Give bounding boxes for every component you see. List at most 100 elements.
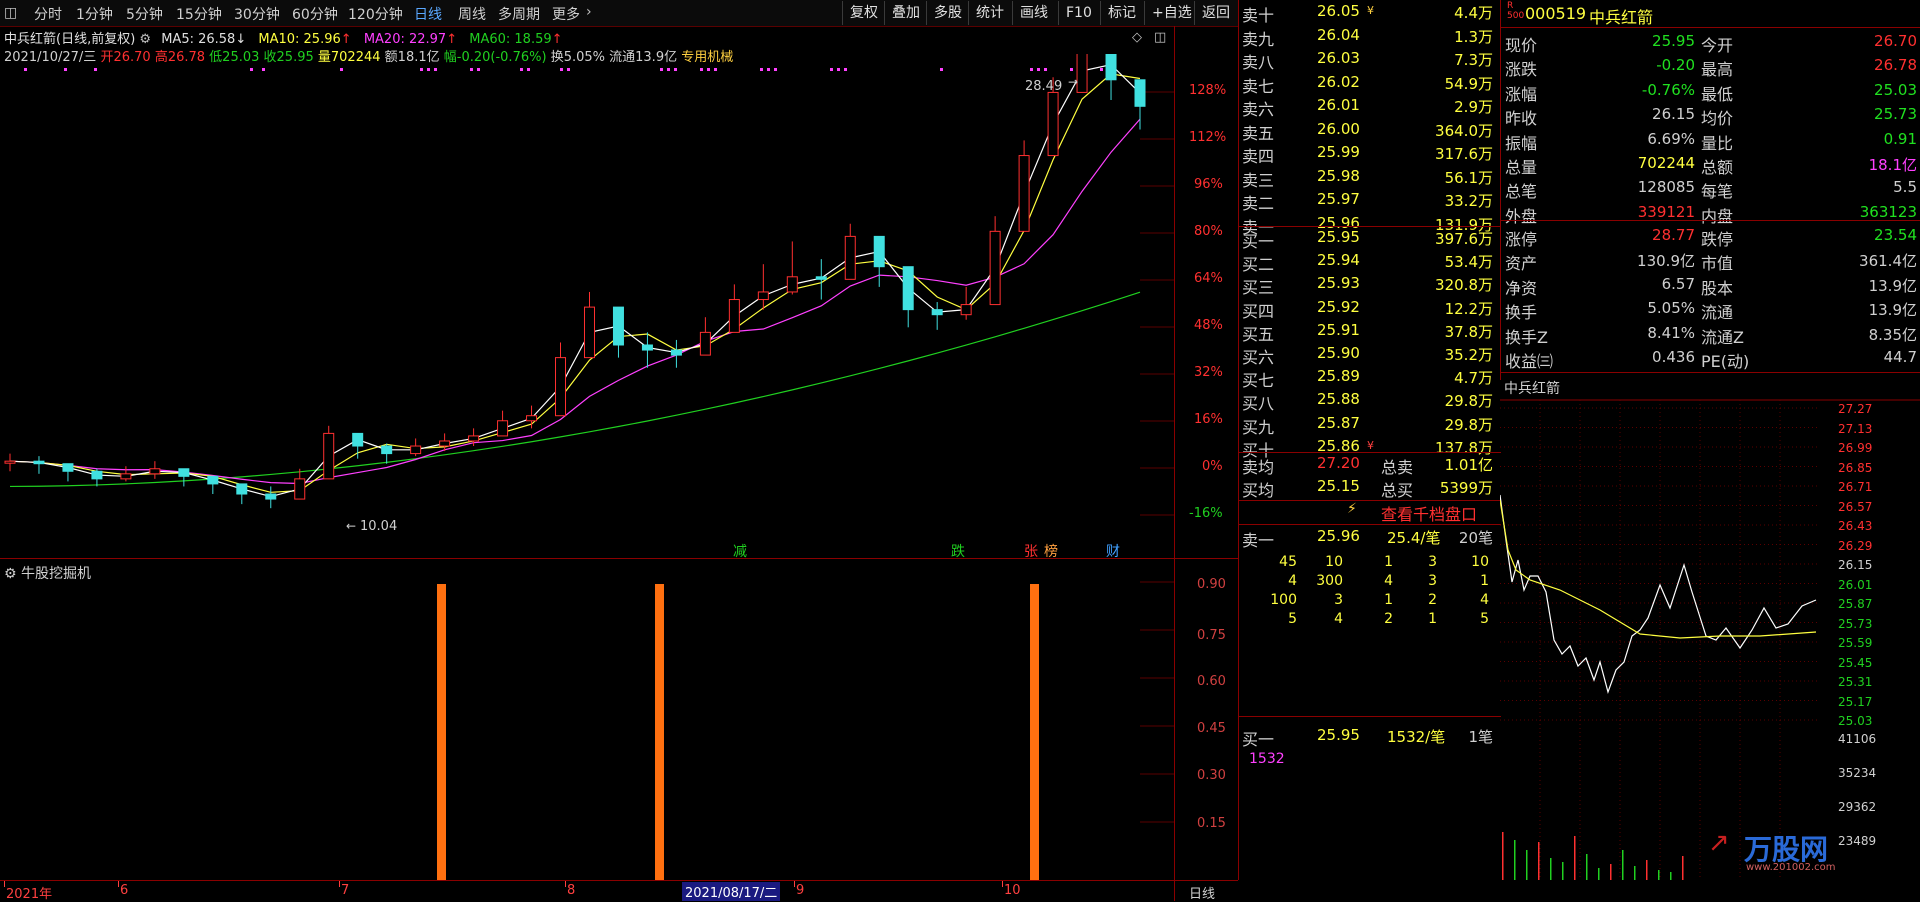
candle[interactable]	[323, 432, 335, 480]
ask-row[interactable]: 卖四 25.99 317.6万	[1239, 143, 1501, 166]
candle[interactable]	[526, 415, 538, 422]
candle[interactable]	[844, 235, 856, 280]
bid1-queue-header[interactable]: 买一 25.95 1532/笔 1笔	[1239, 726, 1501, 749]
queue-price: 25.96	[1317, 527, 1360, 545]
candle[interactable]	[236, 483, 248, 495]
bid-row[interactable]: 买九 25.87 29.8万	[1239, 414, 1501, 437]
period-tab-weekly[interactable]: 周线	[458, 4, 486, 24]
candle[interactable]	[1105, 54, 1117, 81]
candle[interactable]	[33, 460, 45, 465]
candle[interactable]	[265, 493, 277, 500]
candle[interactable]	[555, 357, 567, 417]
candle[interactable]	[178, 468, 190, 477]
ask-row[interactable]: 卖二 25.97 33.2万	[1239, 190, 1501, 213]
period-tab-30min[interactable]: 30分钟	[234, 4, 280, 24]
candle[interactable]	[873, 235, 885, 268]
candle[interactable]	[960, 304, 972, 316]
ask-row[interactable]: 卖六 26.01 2.9万	[1239, 96, 1501, 119]
window-icon[interactable]: ◫	[1154, 30, 1166, 45]
view-depth-button[interactable]: ⚡ 查看千档盘口	[1239, 501, 1501, 524]
bid-row[interactable]: 买八 25.88 29.8万	[1239, 390, 1501, 413]
draw-line-button[interactable]: 画线	[1012, 1, 1055, 25]
period-tab-more[interactable]: 更多	[552, 4, 580, 24]
ask-row[interactable]: 卖九 26.04 1.3万	[1239, 26, 1501, 49]
period-tab-fenshi[interactable]: 分时	[34, 4, 62, 24]
period-tab-5min[interactable]: 5分钟	[126, 4, 163, 24]
back-button[interactable]: 返回	[1194, 1, 1237, 25]
diamond-icon[interactable]: ◇	[1132, 30, 1142, 45]
candle[interactable]	[1018, 155, 1030, 232]
period-tab-15min[interactable]: 15分钟	[176, 4, 222, 24]
candle[interactable]	[381, 445, 393, 455]
candle[interactable]	[757, 291, 769, 301]
candle[interactable]	[1134, 79, 1146, 107]
ask-row[interactable]: 卖五 26.00 364.0万	[1239, 120, 1501, 143]
indicator-chart[interactable]	[0, 562, 1174, 880]
candle[interactable]	[641, 344, 653, 351]
candle[interactable]	[931, 309, 943, 316]
signal-bar[interactable]	[437, 584, 446, 880]
candle[interactable]	[62, 463, 74, 472]
f10-button[interactable]: F10	[1058, 1, 1099, 25]
candle[interactable]	[149, 468, 161, 475]
event-marker-limit[interactable]: 张	[1024, 544, 1038, 559]
candle[interactable]	[612, 306, 624, 346]
bid-row[interactable]: 买四 25.92 12.2万	[1239, 298, 1501, 321]
candle[interactable]	[583, 306, 595, 359]
candlestick-chart[interactable]: 28.49 → ← 10.04 减 跌 张 榜 财	[0, 54, 1174, 559]
candle[interactable]	[91, 470, 103, 480]
candle[interactable]	[207, 475, 219, 485]
event-marker-reduce[interactable]: 减	[733, 544, 747, 559]
candle[interactable]	[699, 331, 711, 356]
candle[interactable]	[439, 440, 451, 447]
event-marker-finance[interactable]: 财	[1106, 544, 1120, 559]
bid-row[interactable]: 买三 25.93 320.8万	[1239, 274, 1501, 297]
candle[interactable]	[497, 420, 509, 437]
period-tab-multi[interactable]: 多周期	[498, 4, 540, 24]
candle[interactable]	[294, 478, 306, 500]
ask-row[interactable]: 卖十 26.05 ¥ 4.4万	[1239, 2, 1501, 25]
avg-row[interactable]: 买均 25.15 总买 5399万	[1239, 477, 1501, 500]
candle[interactable]	[120, 473, 132, 480]
bid-row[interactable]: 买六 25.90 35.2万	[1239, 344, 1501, 367]
candle[interactable]	[728, 299, 740, 333]
ask-row[interactable]: 卖三 25.98 56.1万	[1239, 167, 1501, 190]
candle[interactable]	[1076, 54, 1088, 93]
ask1-queue-header[interactable]: 卖一 25.96 25.4/笔 20笔	[1239, 527, 1501, 550]
event-marker-drop[interactable]: 跌	[951, 544, 965, 559]
candle[interactable]	[1047, 91, 1059, 157]
mark-button[interactable]: 标记	[1100, 1, 1143, 25]
panel-toggle-icon[interactable]: ◫	[4, 5, 17, 21]
period-tab-1min[interactable]: 1分钟	[76, 4, 113, 24]
candle[interactable]	[815, 276, 827, 280]
period-tab-60min[interactable]: 60分钟	[292, 4, 338, 24]
period-tab-120min[interactable]: 120分钟	[348, 4, 403, 24]
event-marker-board[interactable]: 榜	[1044, 543, 1058, 559]
period-tab-daily[interactable]: 日线	[414, 4, 442, 24]
ma-settings-icon[interactable]: ⚙	[139, 32, 151, 47]
candle[interactable]	[468, 435, 480, 442]
candle[interactable]	[786, 276, 798, 293]
bid-row[interactable]: 买一 25.95 397.6万	[1239, 228, 1501, 251]
statistics-button[interactable]: 统计	[968, 1, 1011, 25]
intraday-mini-chart[interactable]: 中兵红箭 27.27 27.13 26.99 26.85 26.71 26.57 26.43…	[1500, 380, 1920, 880]
bid-row[interactable]: 买二 25.94 53.4万	[1239, 251, 1501, 274]
candle[interactable]	[352, 432, 364, 447]
bid-row[interactable]: 买五 25.91 37.8万	[1239, 321, 1501, 344]
fuquan-button[interactable]: 复权	[842, 1, 885, 25]
candle[interactable]	[670, 349, 682, 356]
bid-row[interactable]: 买七 25.89 4.7万	[1239, 367, 1501, 390]
signal-bar[interactable]	[655, 584, 664, 880]
candle[interactable]	[410, 445, 422, 455]
overlay-button[interactable]: 叠加	[884, 1, 927, 25]
multi-stock-button[interactable]: 多股	[926, 1, 969, 25]
more-chevron-icon[interactable]: ›	[586, 4, 592, 20]
add-watchlist-button[interactable]: +自选	[1144, 1, 1199, 25]
candle[interactable]	[4, 460, 16, 464]
ask-row[interactable]: 卖八 26.03 7.3万	[1239, 49, 1501, 72]
ask-row[interactable]: 卖七 26.02 54.9万	[1239, 73, 1501, 96]
candle[interactable]	[902, 266, 914, 311]
signal-bar[interactable]	[1030, 584, 1039, 880]
avg-row[interactable]: 卖均 27.20 总卖 1.01亿	[1239, 454, 1501, 477]
candle[interactable]	[989, 230, 1001, 306]
